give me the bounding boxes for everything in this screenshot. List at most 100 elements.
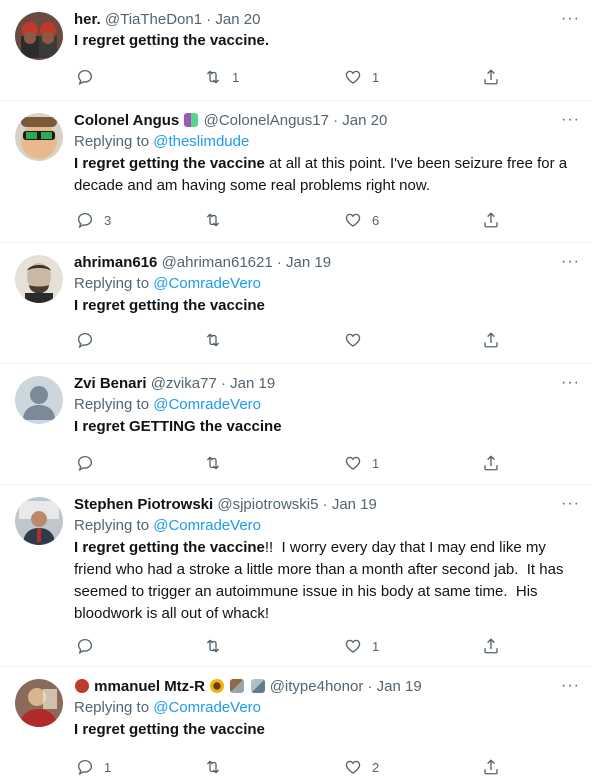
like-button[interactable]: 1: [344, 636, 379, 656]
retweet-button[interactable]: 1: [204, 67, 239, 87]
heart-icon: [345, 456, 361, 470]
tweet[interactable]: Stephen Piotrowski @sjpiotrowski5 · Jan …: [0, 485, 592, 667]
separator: ·: [367, 678, 373, 695]
tweet-text: I regret getting the vaccine.: [74, 30, 578, 52]
retweet-button[interactable]: [204, 757, 232, 777]
like-count: 1: [372, 69, 380, 85]
tweet[interactable]: Colonel Angus @ColonelAngus17 · Jan 20 R…: [0, 101, 592, 243]
timestamp[interactable]: Jan 20: [342, 112, 387, 129]
more-options-icon[interactable]: ···: [561, 253, 580, 271]
tweet-text: I regret getting the vaccine: [74, 719, 578, 741]
reply-button[interactable]: 3: [76, 210, 111, 230]
reply-icon: [77, 759, 93, 776]
share-button[interactable]: [482, 67, 500, 87]
replying-to: Replying to @ComradeVero: [74, 273, 578, 295]
tweet[interactable]: ahriman616 @ahriman61621 · Jan 19 Replyi…: [0, 243, 592, 364]
tweet[interactable]: Zvi Benari @zvika77 · Jan 19 Replying to…: [0, 364, 592, 485]
reply-button[interactable]: [76, 453, 104, 473]
retweet-button[interactable]: [204, 636, 232, 656]
tweet-text-highlight: I regret getting the vaccine: [74, 539, 265, 556]
share-button[interactable]: [482, 210, 500, 230]
handle[interactable]: @ahriman61621: [162, 254, 273, 271]
timestamp[interactable]: Jan 19: [286, 254, 331, 271]
replying-to-link[interactable]: @ComradeVero: [153, 517, 261, 534]
share-button[interactable]: [482, 330, 500, 350]
reply-button[interactable]: [76, 636, 104, 656]
display-name[interactable]: ahriman616: [74, 254, 157, 271]
like-count: 6: [372, 212, 380, 228]
like-button[interactable]: 1: [344, 453, 379, 473]
retweet-button[interactable]: [204, 330, 232, 350]
replying-to-link[interactable]: @ComradeVero: [153, 396, 261, 413]
handle[interactable]: @zvika77: [151, 375, 217, 392]
avatar[interactable]: [15, 12, 63, 60]
display-name[interactable]: Stephen Piotrowski: [74, 496, 213, 513]
more-options-icon[interactable]: ···: [561, 111, 580, 129]
display-name[interactable]: Zvi Benari: [74, 375, 147, 392]
display-name[interactable]: mmanuel Mtz-R: [94, 678, 205, 695]
retweet-icon: [206, 70, 220, 84]
tweet-text: I regret getting the vaccine: [74, 295, 578, 317]
retweet-icon: [206, 760, 220, 774]
more-options-icon[interactable]: ···: [561, 374, 580, 392]
timestamp[interactable]: Jan 19: [230, 375, 275, 392]
share-icon: [484, 212, 498, 228]
avatar[interactable]: [15, 679, 63, 727]
reply-button[interactable]: [76, 67, 104, 87]
share-icon: [484, 455, 498, 471]
display-name[interactable]: her.: [74, 11, 101, 28]
share-button[interactable]: [482, 636, 500, 656]
like-button[interactable]: 6: [344, 210, 379, 230]
reply-count: 1: [104, 759, 112, 775]
avatar[interactable]: [15, 376, 63, 424]
timestamp[interactable]: Jan 19: [332, 496, 377, 513]
more-options-icon[interactable]: ···: [561, 495, 580, 513]
replying-to: Replying to @ComradeVero: [74, 515, 578, 537]
handle[interactable]: @itype4honor: [270, 678, 364, 695]
retweet-button[interactable]: [204, 453, 232, 473]
avatar[interactable]: [15, 497, 63, 545]
separator: ·: [206, 11, 212, 28]
reply-button[interactable]: 1: [76, 757, 111, 777]
timestamp[interactable]: Jan 20: [215, 11, 260, 28]
share-button[interactable]: [482, 757, 500, 777]
heart-icon: [345, 70, 361, 84]
retweet-icon: [206, 333, 220, 347]
tweet-header: Colonel Angus @ColonelAngus17 · Jan 20: [74, 111, 578, 131]
tweet-header: ahriman616 @ahriman61621 · Jan 19: [74, 253, 578, 273]
tweet-text-highlight: I regret GETTING the vaccine: [74, 418, 282, 435]
tweet-text: I regret GETTING the vaccine: [74, 416, 578, 438]
more-options-icon[interactable]: ···: [561, 677, 580, 695]
timestamp[interactable]: Jan 19: [377, 678, 422, 695]
tweet[interactable]: her. @TiaTheDon1 · Jan 20 I regret getti…: [0, 0, 592, 101]
tweet[interactable]: mmanuel Mtz-R @itype4honor · Jan 19 Repl…: [0, 667, 592, 784]
replying-to-link[interactable]: @ComradeVero: [153, 275, 261, 292]
handle[interactable]: @TiaTheDon1: [105, 11, 202, 28]
heart-icon: [345, 760, 361, 774]
more-options-icon[interactable]: ···: [561, 10, 580, 28]
replying-label: Replying to: [74, 133, 150, 150]
handle[interactable]: @ColonelAngus17: [204, 112, 329, 129]
reply-button[interactable]: [76, 330, 104, 350]
like-count: 2: [372, 759, 380, 775]
theater-masks-icon: [184, 113, 199, 127]
replying-to-link[interactable]: @theslimdude: [153, 133, 249, 150]
handle[interactable]: @sjpiotrowski5: [217, 496, 318, 513]
like-button[interactable]: 1: [344, 67, 379, 87]
replying-label: Replying to: [74, 517, 150, 534]
avatar[interactable]: [15, 255, 63, 303]
tweet-text-highlight: I regret getting the vaccine.: [74, 32, 270, 49]
reply-icon: [77, 212, 93, 229]
separator: ·: [276, 254, 282, 271]
avatar[interactable]: [15, 113, 63, 161]
share-button[interactable]: [482, 453, 500, 473]
retweet-button[interactable]: [204, 210, 232, 230]
retweet-count: 1: [232, 69, 240, 85]
like-button[interactable]: [344, 330, 372, 350]
tweet-text-highlight: I regret getting the vaccine: [74, 155, 265, 172]
replying-to-link[interactable]: @ComradeVero: [153, 699, 261, 716]
display-name[interactable]: Colonel Angus: [74, 112, 179, 129]
reply-icon: [77, 455, 93, 472]
like-button[interactable]: 2: [344, 757, 379, 777]
separator: ·: [220, 375, 226, 392]
